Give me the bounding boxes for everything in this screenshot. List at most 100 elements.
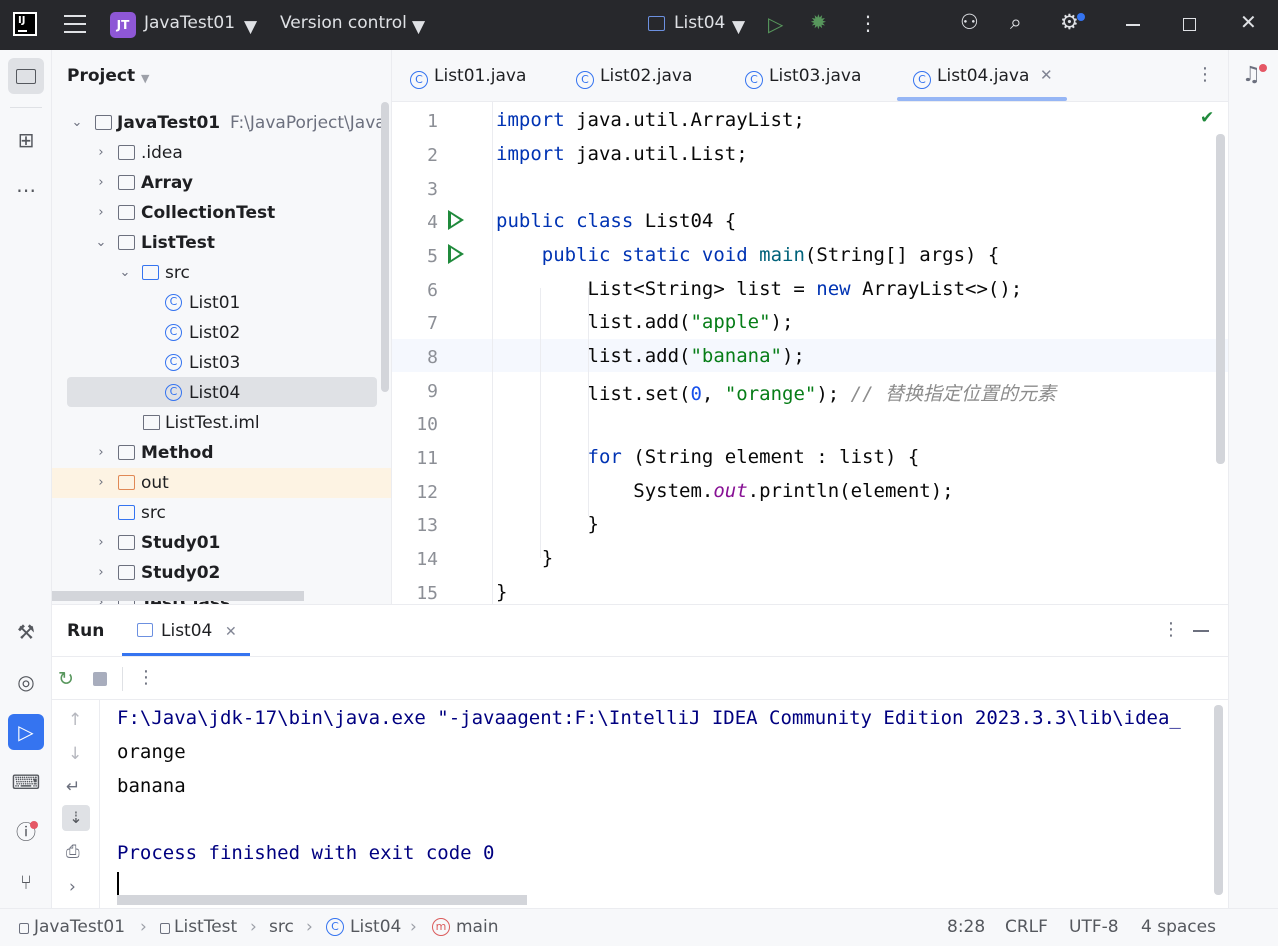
tree-item[interactable]: › out xyxy=(52,468,391,498)
java-class-icon: C xyxy=(165,324,182,341)
run-options-icon[interactable]: ⋮ xyxy=(1162,619,1180,640)
collapsed-arrow-icon[interactable]: › xyxy=(94,168,108,198)
tree-item[interactable]: src xyxy=(52,498,391,528)
tree-item[interactable]: › Study02 xyxy=(52,558,391,588)
close-run-tab-icon[interactable]: ✕ xyxy=(225,624,237,640)
code-editor[interactable]: 1 2 3 4 5 6 7 8 9 10 11 12 13 14 15 impo… xyxy=(392,102,1228,604)
up-arrow-icon[interactable]: ↑ xyxy=(68,710,82,730)
main-menu-icon[interactable] xyxy=(64,15,86,33)
collapsed-arrow-icon[interactable]: › xyxy=(94,138,108,168)
tree-item[interactable]: › .idea xyxy=(52,138,391,168)
tree-item-selected[interactable]: C List04 xyxy=(52,378,391,408)
expanded-arrow-icon[interactable]: ⌄ xyxy=(94,228,108,258)
tree-item-label: CollectionTest xyxy=(141,203,276,223)
tree-item[interactable]: › Study01 xyxy=(52,528,391,558)
tree-item[interactable]: ⌄ src xyxy=(52,258,391,288)
source-folder-icon xyxy=(118,505,135,520)
breadcrumb-project[interactable]: JavaTest01 xyxy=(34,917,125,937)
line-number: 3 xyxy=(427,179,438,200)
collapsed-arrow-icon[interactable]: › xyxy=(94,558,108,588)
version-control-menu[interactable]: Version control xyxy=(280,13,407,33)
project-name[interactable]: JavaTest01 xyxy=(144,13,235,33)
scroll-to-end-icon[interactable]: ⇣ xyxy=(62,805,90,831)
tree-root[interactable]: ⌄ JavaTest01 F:\JavaPorject\Java xyxy=(52,108,391,138)
collapsed-arrow-icon[interactable]: › xyxy=(94,468,108,498)
line-number: 14 xyxy=(416,549,438,570)
stop-icon[interactable] xyxy=(93,672,107,686)
line-separator[interactable]: CRLF xyxy=(1005,917,1048,937)
collapsed-arrow-icon[interactable]: › xyxy=(94,528,108,558)
tree-item[interactable]: › Method xyxy=(52,438,391,468)
project-panel: Project ▼ ⌄ JavaTest01 F:\JavaPorject\Ja… xyxy=(52,50,392,604)
git-icon[interactable]: ⑂ xyxy=(8,864,44,900)
structure-icon[interactable]: ⊞ xyxy=(8,122,44,158)
module-folder-icon xyxy=(118,235,135,250)
project-panel-title[interactable]: Project xyxy=(67,66,135,86)
java-class-icon: C xyxy=(913,71,931,89)
run-config-selector[interactable]: List04 xyxy=(674,13,725,33)
run-tool-icon[interactable]: ▷ xyxy=(8,714,44,750)
tree-item[interactable]: ⌄ ListTest xyxy=(52,228,391,258)
tree-item[interactable]: C List01 xyxy=(52,288,391,318)
debug-icon[interactable]: ✹ xyxy=(810,10,827,34)
rerun-icon[interactable]: ↻ xyxy=(58,668,74,690)
breadcrumb-module[interactable]: ListTest xyxy=(174,917,237,937)
terminal-icon[interactable]: ⌨ xyxy=(8,764,44,800)
caret-position[interactable]: 8:28 xyxy=(947,917,985,937)
more-actions-icon[interactable]: ⋮ xyxy=(858,11,878,35)
run-gutter-icon[interactable] xyxy=(448,244,464,264)
breadcrumb-folder[interactable]: src xyxy=(269,917,294,937)
minimize-icon[interactable] xyxy=(1126,24,1140,26)
indent-setting[interactable]: 4 spaces xyxy=(1141,917,1216,937)
run-tab-list04[interactable]: List04 xyxy=(161,621,212,641)
tab-list02[interactable]: C List02.java xyxy=(576,50,692,102)
print-icon[interactable]: ⎙ xyxy=(66,842,80,862)
project-folder-icon[interactable] xyxy=(8,58,44,94)
tab-options-icon[interactable]: ⋮ xyxy=(1196,64,1214,85)
console-line: orange xyxy=(117,741,186,763)
tab-list03[interactable]: C List03.java xyxy=(745,50,861,102)
run-gutter-icon[interactable] xyxy=(448,210,464,230)
services-icon[interactable]: ◎ xyxy=(8,664,44,700)
editor-scrollbar[interactable] xyxy=(1216,134,1225,464)
notifications-bell-icon[interactable]: ♫ xyxy=(1242,62,1261,86)
tree-item[interactable]: ListTest.iml xyxy=(52,408,391,438)
horizontal-scrollbar[interactable] xyxy=(52,591,304,601)
console-v-scrollbar[interactable] xyxy=(1214,705,1223,895)
soft-wrap-icon[interactable]: ↵ xyxy=(66,777,80,797)
expanded-arrow-icon[interactable]: ⌄ xyxy=(118,258,132,288)
collapsed-arrow-icon[interactable]: › xyxy=(94,198,108,228)
expand-more-icon[interactable]: › xyxy=(69,877,76,897)
project-badge[interactable]: JT xyxy=(110,12,136,38)
run-icon[interactable]: ▷ xyxy=(768,12,783,36)
tree-item[interactable]: › Array xyxy=(52,168,391,198)
tree-item[interactable]: › CollectionTest xyxy=(52,198,391,228)
status-bar: JavaTest01 › ListTest › src › C List04 ›… xyxy=(0,908,1278,946)
more-run-actions-icon[interactable]: ⋮ xyxy=(137,667,155,688)
close-icon[interactable]: ✕ xyxy=(1240,10,1257,34)
expanded-arrow-icon[interactable]: ⌄ xyxy=(70,108,84,138)
file-encoding[interactable]: UTF-8 xyxy=(1069,917,1119,937)
add-user-icon[interactable]: ⚇ xyxy=(960,10,979,34)
vertical-scrollbar[interactable] xyxy=(381,102,389,392)
down-arrow-icon[interactable]: ↓ xyxy=(68,744,82,764)
line-number: 10 xyxy=(416,414,438,435)
collapsed-arrow-icon[interactable]: › xyxy=(94,438,108,468)
tab-list04-active[interactable]: C List04.java xyxy=(913,50,1029,102)
breadcrumb-class[interactable]: List04 xyxy=(350,917,401,937)
hide-panel-icon[interactable] xyxy=(1193,630,1209,632)
settings-icon[interactable]: ⚙ xyxy=(1060,10,1079,34)
tree-item[interactable]: C List03 xyxy=(52,348,391,378)
search-icon[interactable]: ⌕ xyxy=(1010,10,1022,35)
no-problems-check-icon[interactable]: ✔ xyxy=(1200,108,1214,128)
problems-icon[interactable]: ⓘ xyxy=(8,814,44,850)
breadcrumb-method[interactable]: main xyxy=(456,917,498,937)
tab-list01[interactable]: C List01.java xyxy=(410,50,526,102)
console-h-scrollbar[interactable] xyxy=(117,895,527,905)
more-tools-icon[interactable]: ⋯ xyxy=(8,172,44,208)
maximize-icon[interactable] xyxy=(1183,18,1196,31)
tab-label: List02.java xyxy=(600,66,693,86)
build-hammer-icon[interactable]: ⚒ xyxy=(8,614,44,650)
tree-item[interactable]: C List02 xyxy=(52,318,391,348)
close-tab-icon[interactable]: ✕ xyxy=(1040,66,1053,84)
